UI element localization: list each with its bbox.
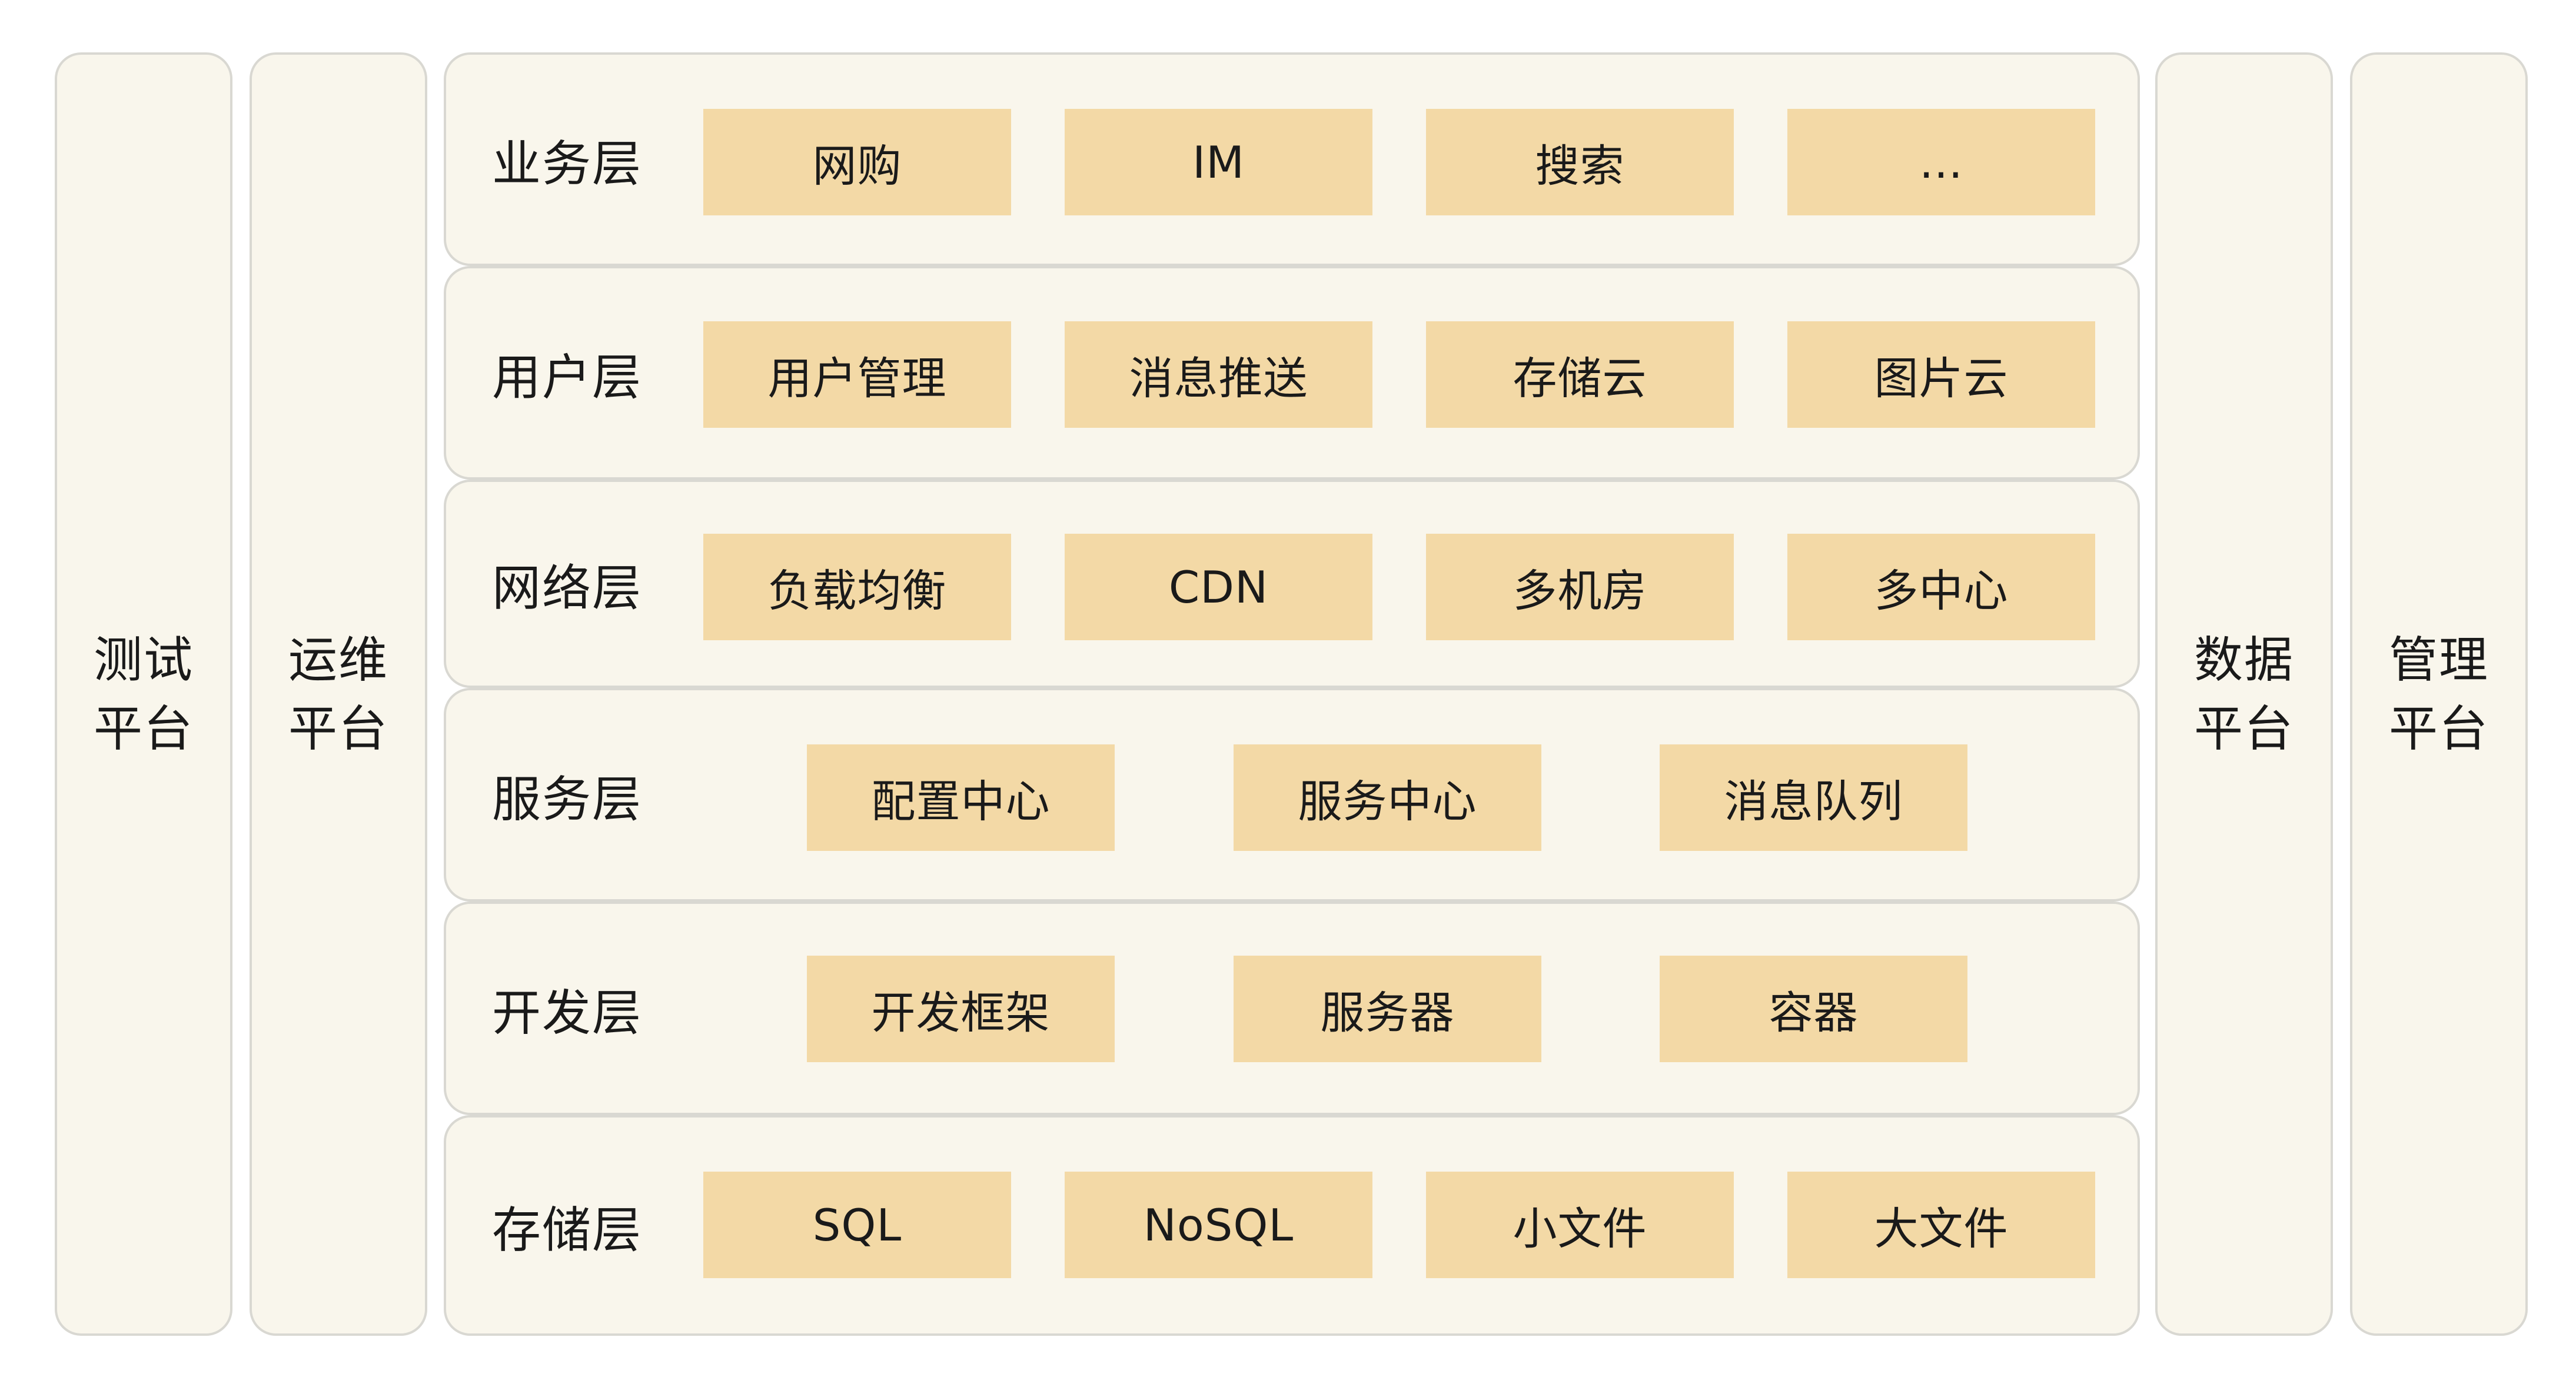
module-small-files: 小文件 <box>1426 1172 1734 1278</box>
module-cdn: CDN <box>1065 534 1372 640</box>
module-container: 容器 <box>1660 956 1967 1062</box>
layer-network-label: 网络层 <box>492 560 642 617</box>
data-platform-label-line2: 平台 <box>2194 700 2294 757</box>
module-message-queue: 消息队列 <box>1660 744 1967 851</box>
layer-network: 网络层 负载均衡 CDN 多机房 多中心 <box>444 480 2140 688</box>
test-platform-column: 测试 平台 <box>55 52 232 1336</box>
layer-user-label: 用户层 <box>492 348 642 406</box>
mgmt-platform-label-line2: 平台 <box>2389 700 2489 757</box>
module-message-push: 消息推送 <box>1065 321 1372 428</box>
layer-storage: 存储层 SQL NoSQL 小文件 大文件 <box>444 1115 2140 1336</box>
layer-service-label: 服务层 <box>492 770 642 828</box>
module-large-files: 大文件 <box>1787 1172 2095 1278</box>
layer-user: 用户层 用户管理 消息推送 存储云 图片云 <box>444 266 2140 480</box>
module-multi-datacenter: 多机房 <box>1426 534 1734 640</box>
data-platform-column: 数据 平台 <box>2155 52 2333 1336</box>
module-config-center: 配置中心 <box>807 744 1115 851</box>
module-online-shopping: 网购 <box>703 109 1011 215</box>
ops-platform-column: 运维 平台 <box>250 52 427 1336</box>
module-service-center: 服务中心 <box>1234 744 1541 851</box>
layer-business-label: 业务层 <box>492 135 642 192</box>
layer-service: 服务层 配置中心 服务中心 消息队列 <box>444 688 2140 902</box>
module-storage-cloud: 存储云 <box>1426 321 1734 428</box>
module-nosql: NoSQL <box>1065 1172 1372 1278</box>
data-platform-label-line1: 数据 <box>2194 631 2294 688</box>
test-platform-label-line1: 测试 <box>94 631 194 688</box>
mgmt-platform-column: 管理 平台 <box>2350 52 2528 1336</box>
layer-business: 业务层 网购 IM 搜索 ... <box>444 52 2140 266</box>
layer-development-label: 开发层 <box>492 984 642 1042</box>
module-image-cloud: 图片云 <box>1787 321 2095 428</box>
layer-storage-label: 存储层 <box>492 1201 642 1259</box>
ops-platform-label-line1: 运维 <box>288 631 388 688</box>
module-user-management: 用户管理 <box>703 321 1011 428</box>
ops-platform-label-line2: 平台 <box>288 700 388 757</box>
module-sql: SQL <box>703 1172 1011 1278</box>
module-dev-framework: 开发框架 <box>807 956 1115 1062</box>
module-server: 服务器 <box>1234 956 1541 1062</box>
module-multi-center: 多中心 <box>1787 534 2095 640</box>
architecture-diagram: 测试 平台 运维 平台 业务层 网购 IM 搜索 ... 用户层 用户管理 消息… <box>0 0 2576 1377</box>
test-platform-label-line2: 平台 <box>94 700 194 757</box>
module-more: ... <box>1787 109 2095 215</box>
module-search: 搜索 <box>1426 109 1734 215</box>
module-im: IM <box>1065 109 1372 215</box>
layer-development: 开发层 开发框架 服务器 容器 <box>444 902 2140 1115</box>
mgmt-platform-label-line1: 管理 <box>2389 631 2489 688</box>
module-load-balancing: 负载均衡 <box>703 534 1011 640</box>
